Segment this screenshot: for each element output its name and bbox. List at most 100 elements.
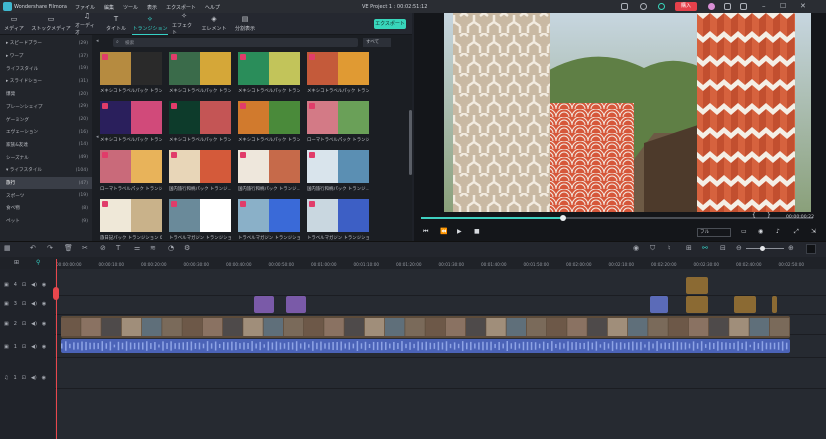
monitor-icon[interactable]: ▭ [741, 228, 747, 235]
play-icon[interactable]: ▶ [457, 228, 462, 235]
lock-icon[interactable]: ⊡ [22, 375, 26, 381]
render-icon[interactable]: ◉ [633, 244, 639, 252]
mute-icon[interactable]: ◀) [31, 282, 37, 288]
zoom-out-icon[interactable]: ⊖ [736, 244, 742, 252]
tab-media[interactable]: ▭ メディア [3, 13, 25, 35]
buy-button[interactable]: 購入 [675, 2, 697, 11]
tab-audio[interactable]: ♫ オーディオ [75, 12, 99, 36]
category-item[interactable]: ▸ スピードブラー (29) [0, 37, 92, 50]
undo-icon[interactable]: ↶ [30, 244, 36, 252]
redo-icon[interactable]: ↷ [47, 244, 53, 252]
tab-effects[interactable]: ✧ エフェクト [172, 12, 196, 36]
expand-icon[interactable]: ⇲ [811, 228, 816, 235]
transition-thumbnail[interactable]: 国内旅行和柄パック トランジ... [238, 150, 300, 198]
title-clip[interactable] [254, 296, 274, 313]
scrubber-handle[interactable] [560, 215, 566, 221]
favorite-icon[interactable] [171, 103, 177, 109]
zoom-in-icon[interactable]: ⊕ [788, 244, 794, 252]
mark-out-icon[interactable]: } [767, 212, 771, 219]
cloud-icon[interactable] [621, 3, 628, 10]
transition-thumbnail[interactable]: ローマトラベルパック トランジション... [100, 150, 162, 198]
category-item[interactable]: 爆発 (20) [0, 88, 92, 101]
text-edit-icon[interactable]: T [116, 244, 120, 252]
favorite-icon[interactable] [240, 103, 246, 109]
lock-icon[interactable]: ⊡ [22, 321, 26, 327]
effect-clip[interactable] [686, 277, 708, 294]
lock-icon[interactable]: ⊡ [22, 282, 26, 288]
category-item[interactable]: シーズナル (49) [0, 151, 92, 164]
lock-icon[interactable]: ⊡ [22, 301, 26, 307]
category-item[interactable]: ゲーミング (20) [0, 113, 92, 126]
volume-icon[interactable]: ♪ [776, 228, 780, 235]
avatar[interactable] [708, 3, 715, 10]
grid-scrollbar[interactable] [409, 110, 412, 175]
favorite-icon[interactable] [102, 103, 108, 109]
transition-thumbnail[interactable]: メキシコトラベルパック トランジ... [169, 52, 231, 100]
transition-thumbnail[interactable]: 国内旅行和柄パック トランジ... [169, 150, 231, 198]
step-back-icon[interactable]: ⏪ [440, 228, 447, 235]
cut-icon[interactable]: ✂ [82, 244, 88, 252]
mic-icon[interactable]: ♮ [668, 244, 671, 252]
menu-export[interactable]: エクスポート [166, 4, 196, 11]
transition-thumbnail[interactable]: トラベルマガジン トランジション... [169, 199, 231, 241]
crop-icon[interactable]: ⊘ [100, 244, 106, 252]
favorite-icon[interactable] [102, 152, 108, 158]
favorite-icon[interactable] [171, 54, 177, 60]
favorite-icon[interactable] [309, 54, 315, 60]
export-button[interactable]: エクスポート [374, 19, 406, 29]
tab-elements[interactable]: ◈ エレメント [201, 13, 227, 35]
timeline-settings-icon[interactable] [806, 244, 816, 254]
favorite-icon[interactable] [240, 54, 246, 60]
notification-icon[interactable] [724, 3, 731, 10]
playhead[interactable] [56, 259, 57, 439]
sync-icon[interactable] [658, 3, 665, 10]
filter-select[interactable]: すべて [363, 38, 391, 47]
category-item[interactable]: スポーツ (19) [0, 189, 92, 202]
playhead-handle[interactable] [53, 287, 59, 300]
panel-collapse-icon[interactable]: ◂ [96, 134, 99, 140]
favorite-icon[interactable] [240, 201, 246, 207]
eye-icon[interactable]: ◉ [42, 375, 46, 381]
transition-thumbnail[interactable]: メキシコトラベルパック トランジ... [100, 101, 162, 149]
favorite-icon[interactable] [240, 152, 246, 158]
transition-thumbnail[interactable]: 旅日記パック トランジション 09 [100, 199, 162, 241]
category-item[interactable]: ペット (9) [0, 215, 92, 228]
quality-select[interactable]: フル [697, 228, 731, 237]
prev-frame-icon[interactable]: ⏮ [423, 228, 428, 236]
transition-thumbnail[interactable]: メキシコトラベルパック トランジ... [238, 101, 300, 149]
link-icon[interactable]: ⚯ [702, 244, 708, 252]
tab-stock-media[interactable]: ▭ ストックメディア [30, 13, 72, 35]
transition-thumbnail[interactable]: トラベルマガジン トランジション... [307, 199, 369, 241]
mute-icon[interactable]: ◀) [31, 321, 37, 327]
favorite-icon[interactable] [309, 152, 315, 158]
transition-thumbnail[interactable]: メキシコトラベルパック トランジ... [100, 52, 162, 100]
color-icon[interactable]: ⚙ [184, 244, 190, 252]
stop-icon[interactable]: ■ [474, 228, 480, 235]
delete-icon[interactable]: 🗑 [64, 244, 73, 252]
transition-thumbnail[interactable]: トラベルマガジン トランジション... [238, 199, 300, 241]
speed-icon[interactable]: ◔ [168, 244, 174, 252]
tab-titles[interactable]: T タイトル [104, 13, 128, 35]
mail-icon[interactable] [740, 3, 747, 10]
minimize-icon[interactable]: – [762, 2, 766, 10]
lightbulb-icon[interactable] [640, 3, 647, 10]
adjust-icon[interactable]: ⚌ [134, 244, 140, 252]
category-item[interactable]: 食べ物 (8) [0, 202, 92, 215]
transition-thumbnail[interactable]: メキシコトラベルパック トランジ... [307, 52, 369, 100]
mute-icon[interactable]: ◀) [31, 344, 37, 350]
favorite-icon[interactable] [102, 54, 108, 60]
tab-split-screen[interactable]: ▤ 分割表示 [233, 13, 257, 35]
transition-thumbnail[interactable]: メキシコトラベルパック トランジ... [169, 101, 231, 149]
tab-transitions[interactable]: ⟡ トランジション [132, 13, 168, 35]
close-icon[interactable]: ✕ [800, 2, 806, 10]
favorite-icon[interactable] [309, 201, 315, 207]
main-audio-clip[interactable] [61, 339, 790, 353]
favorite-icon[interactable] [171, 152, 177, 158]
title-clip[interactable] [286, 296, 306, 313]
category-item[interactable]: ライフスタイル (19) [0, 62, 92, 75]
category-item[interactable]: ▾ ライフスタイル (104) [0, 164, 92, 177]
menu-help[interactable]: ヘルプ [205, 4, 220, 11]
eye-icon[interactable]: ◉ [42, 282, 46, 288]
snapshot-icon[interactable]: ◉ [758, 228, 763, 235]
transition-thumbnail[interactable]: ローマトラベルパック トランジ... [307, 101, 369, 149]
